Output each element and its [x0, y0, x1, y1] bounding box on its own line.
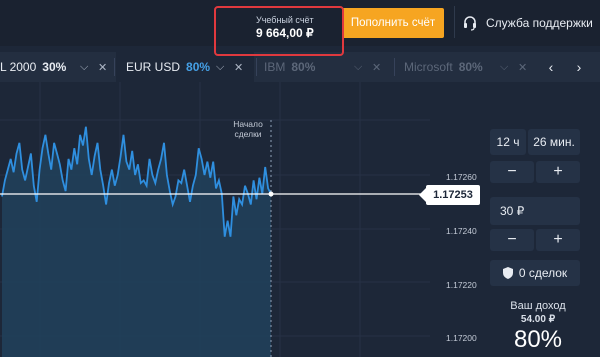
- y-tick-label: 1.17220: [446, 280, 477, 290]
- time-hours[interactable]: 12 ч: [490, 129, 526, 155]
- close-icon[interactable]: ✕: [98, 61, 107, 74]
- current-price-dot: [268, 191, 274, 197]
- close-icon[interactable]: ✕: [234, 61, 243, 74]
- tab-name: Microsoft: [404, 60, 453, 74]
- close-icon[interactable]: ✕: [518, 61, 527, 74]
- deals-label: 0 сделок: [518, 266, 568, 280]
- divider: [454, 6, 455, 38]
- tab-ibm[interactable]: IBM 80% ⌵ ✕: [258, 52, 392, 82]
- earn-percent: 80%: [513, 326, 563, 353]
- asset-tabs: L 2000 30% ⌵ ✕ EUR USD 80% ⌵ ✕ IBM 80% ⌵…: [0, 52, 600, 82]
- tab-percent: 80%: [458, 60, 483, 74]
- y-tick-label: 1.17260: [446, 172, 477, 182]
- chevron-down-icon[interactable]: ⌵: [80, 61, 88, 74]
- support-label: Служба поддержки: [486, 16, 593, 30]
- earn-label: Ваш доход: [510, 300, 566, 312]
- tab-eur-usd[interactable]: EUR USD 80% ⌵ ✕: [116, 52, 254, 82]
- amount-minus-button[interactable]: −: [490, 229, 534, 251]
- deal-start-line2: сделки: [234, 129, 262, 139]
- tab-percent: 30%: [42, 60, 67, 74]
- tab-divider: [394, 58, 395, 76]
- tab-name: IBM: [264, 60, 286, 74]
- deal-start-label: Начало сделки: [222, 119, 274, 139]
- account-title: Учебный счёт: [256, 15, 314, 25]
- tab-divider: [256, 58, 257, 76]
- current-price-tag: 1.17253: [419, 185, 480, 205]
- chevron-down-icon[interactable]: ⌵: [354, 61, 362, 74]
- tab-percent: 80%: [291, 60, 316, 74]
- chevron-down-icon[interactable]: ⌵: [500, 61, 508, 74]
- chart-area-fill: [2, 126, 271, 357]
- tab-name: EUR USD: [126, 60, 181, 74]
- y-tick-label: 1.17240: [446, 226, 477, 236]
- account-balance: 9 664,00 ₽: [256, 26, 314, 40]
- deals-button[interactable]: 0 сделок: [490, 260, 580, 286]
- deposit-button[interactable]: Пополнить счёт: [342, 8, 444, 38]
- headset-icon: [462, 15, 478, 31]
- tabs-prev-arrow-icon[interactable]: ‹: [538, 52, 564, 82]
- top-bar: Учебный счёт 9 664,00 ₽ Пополнить счёт С…: [0, 0, 600, 56]
- tab-microsoft[interactable]: Microsoft 80% ⌵ ✕: [398, 52, 534, 82]
- shield-icon: [502, 267, 513, 279]
- close-icon[interactable]: ✕: [372, 61, 381, 74]
- amount-field[interactable]: 30 ₽: [490, 197, 580, 225]
- tab-name: L 2000: [0, 60, 37, 74]
- support-link[interactable]: Служба поддержки: [462, 8, 593, 38]
- tab-divider: [114, 58, 115, 76]
- amount-plus-button[interactable]: +: [536, 229, 580, 251]
- trade-panel: 12 ч 26 мин. − + 30 ₽ − + 0 сделок Ваш д…: [488, 82, 600, 357]
- y-tick-label: 1.17200: [446, 333, 477, 343]
- time-minutes[interactable]: 26 мин.: [528, 129, 580, 155]
- deal-start-line1: Начало: [233, 119, 263, 129]
- tab-percent: 80%: [186, 60, 211, 74]
- account-highlight[interactable]: Учебный счёт 9 664,00 ₽: [214, 6, 344, 56]
- earn-amount: 54.00 ₽: [520, 314, 556, 325]
- tabs-next-arrow-icon[interactable]: ›: [566, 52, 592, 82]
- time-minus-button[interactable]: −: [490, 161, 534, 183]
- tab-russell-2000[interactable]: L 2000 30% ⌵ ✕: [0, 52, 112, 82]
- time-plus-button[interactable]: +: [536, 161, 580, 183]
- chevron-down-icon[interactable]: ⌵: [216, 61, 224, 74]
